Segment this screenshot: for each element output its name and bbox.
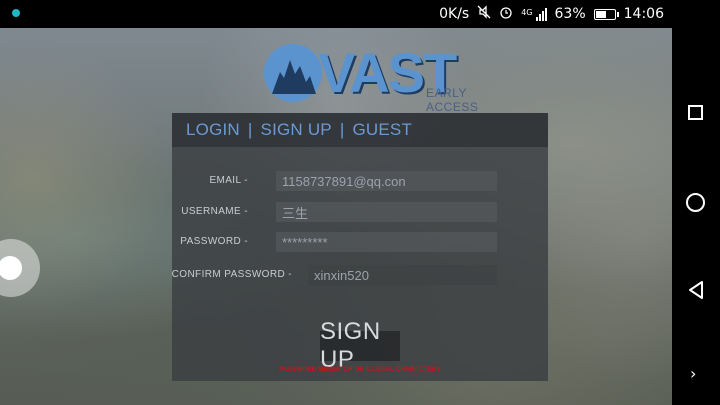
battery-icon [593,8,619,20]
status-bar: 0K/s 4G 63% 14:06 [0,0,720,28]
status-right: 0K/s 4G 63% 14:06 [439,5,664,23]
tab-divider: | [247,120,253,139]
net-speed: 0K/s [439,6,470,22]
error-message: PASSWORD MISMATCH OR ILLEGAL CHARACTERS [279,367,441,373]
username-field[interactable] [276,202,497,222]
username-row: USERNAME - [172,202,548,224]
expand-chevron-icon[interactable]: › [690,364,696,383]
logo: VAST EARLY ACCESS [262,41,502,114]
notification-dot-icon [12,9,20,17]
password-field[interactable] [276,232,497,252]
password-label: PASSWORD - [180,236,248,247]
confirm-password-label: CONFIRM PASSWORD - [171,269,292,280]
clock: 14:06 [623,6,664,22]
navigation-bar: › [672,28,720,405]
auth-tabs: LOGIN | SIGN UP | GUEST [172,113,548,147]
confirm-password-field[interactable] [308,265,497,285]
battery-percent: 63% [554,6,586,22]
signal-icon: 4G [521,7,547,21]
logo-emblem-icon [264,44,322,102]
auth-panel: LOGIN | SIGN UP | GUEST EMAIL - USERNAME… [172,113,548,381]
recents-icon[interactable] [688,105,703,120]
tab-divider: | [339,120,345,139]
tab-login[interactable]: LOGIN [186,120,240,140]
network-type: 4G [521,7,533,17]
sign-up-button[interactable]: SIGN UP [320,318,400,373]
username-label: USERNAME - [181,206,248,217]
tab-guest[interactable]: GUEST [352,120,412,140]
tab-sign-up[interactable]: SIGN UP [261,120,332,140]
floating-assist-button[interactable] [0,239,40,297]
logo-subtitle: EARLY ACCESS [426,86,479,114]
floating-assist-dot-icon [0,256,22,280]
alarm-icon [499,5,513,23]
email-row: EMAIL - [172,171,548,193]
mute-icon [477,5,491,23]
home-icon[interactable] [686,193,705,212]
back-icon[interactable] [686,280,706,300]
email-label: EMAIL - [209,175,248,186]
email-field[interactable] [276,171,497,191]
game-background: VAST EARLY ACCESS LOGIN | SIGN UP | GUES… [0,28,672,405]
password-row: PASSWORD - [172,232,548,254]
confirm-password-row: CONFIRM PASSWORD - [172,265,548,287]
